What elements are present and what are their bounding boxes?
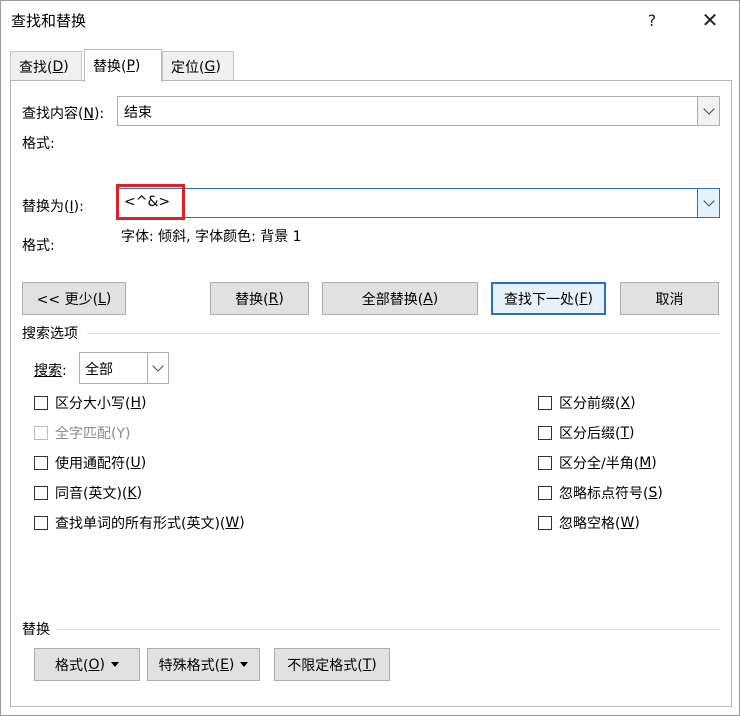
- format-menu-button[interactable]: 格式(O): [34, 648, 140, 681]
- replace-format-value: 字体: 倾斜, 字体颜色: 背景 1: [121, 229, 302, 245]
- checkbox-box[interactable]: [538, 516, 552, 530]
- close-button[interactable]: ✕: [687, 1, 733, 39]
- ignore-punctuation-checkbox[interactable]: 忽略标点符号(S): [538, 483, 663, 503]
- find-replace-dialog: 查找和替换 ? ✕ 查找(D) 替换(P) 定位(G) 查找内容(N): 结束 …: [0, 0, 740, 716]
- checkbox-box[interactable]: [34, 396, 48, 410]
- find-what-input[interactable]: 结束: [117, 96, 720, 126]
- checkbox-box: [34, 426, 48, 440]
- replace-with-input[interactable]: <^&>: [117, 188, 720, 218]
- search-options-heading: 搜索选项: [22, 326, 78, 342]
- checkbox-box[interactable]: [538, 426, 552, 440]
- find-format-label: 格式:: [22, 136, 55, 152]
- search-direction-value: 全部: [85, 362, 113, 378]
- search-direction-dropdown[interactable]: [147, 353, 168, 383]
- match-width-checkbox[interactable]: 区分全/半角(M): [538, 453, 657, 473]
- replace-button[interactable]: 替换(R): [210, 282, 309, 315]
- checkbox-box[interactable]: [34, 456, 48, 470]
- tab-find[interactable]: 查找(D): [10, 51, 82, 81]
- replace-with-label: 替换为(I):: [22, 199, 84, 215]
- checkbox-box[interactable]: [538, 486, 552, 500]
- replace-history-dropdown[interactable]: [697, 189, 719, 217]
- find-what-value: 结束: [124, 105, 152, 121]
- find-next-button[interactable]: 查找下一处(F): [491, 282, 606, 315]
- replace-format-label: 格式:: [22, 238, 55, 254]
- tab-goto[interactable]: 定位(G): [162, 51, 234, 81]
- special-menu-button[interactable]: 特殊格式(E): [147, 648, 260, 681]
- replace-section-heading: 替换: [22, 622, 50, 638]
- chevron-down-icon: [702, 103, 715, 115]
- checkbox-box[interactable]: [538, 396, 552, 410]
- find-history-dropdown[interactable]: [697, 97, 719, 125]
- chevron-down-icon: [152, 360, 164, 372]
- whole-word-checkbox: 全字匹配(Y): [34, 423, 130, 443]
- help-button[interactable]: ?: [629, 1, 675, 39]
- ignore-whitespace-checkbox[interactable]: 忽略空格(W): [538, 513, 640, 533]
- replace-all-button[interactable]: 全部替换(A): [322, 282, 478, 315]
- tab-replace[interactable]: 替换(P): [84, 49, 162, 82]
- checkbox-box[interactable]: [34, 516, 48, 530]
- cancel-button[interactable]: 取消: [620, 282, 719, 315]
- match-case-checkbox[interactable]: 区分大小写(H): [34, 393, 146, 413]
- search-options-divider: [87, 333, 720, 334]
- less-button[interactable]: << 更少(L): [22, 282, 126, 315]
- match-prefix-checkbox[interactable]: 区分前缀(X): [538, 393, 636, 413]
- title-bar: 查找和替换 ? ✕: [1, 1, 739, 39]
- all-word-forms-checkbox[interactable]: 查找单词的所有形式(英文)(W): [34, 513, 245, 533]
- dialog-title: 查找和替换: [11, 12, 87, 30]
- chevron-down-icon: [702, 195, 715, 207]
- sounds-like-checkbox[interactable]: 同音(英文)(K): [34, 483, 142, 503]
- checkbox-box[interactable]: [538, 456, 552, 470]
- match-suffix-checkbox[interactable]: 区分后缀(T): [538, 423, 635, 443]
- search-direction-select[interactable]: 全部: [79, 352, 169, 384]
- replace-section-divider: [57, 629, 720, 630]
- dropdown-arrow-icon: [240, 662, 249, 667]
- dropdown-arrow-icon: [110, 662, 119, 667]
- wildcards-checkbox[interactable]: 使用通配符(U): [34, 453, 146, 473]
- no-formatting-button[interactable]: 不限定格式(T): [274, 648, 390, 681]
- search-direction-label: 搜索:: [34, 363, 67, 379]
- red-highlight-box: [116, 184, 185, 220]
- checkbox-box[interactable]: [34, 486, 48, 500]
- find-what-label: 查找内容(N):: [22, 106, 105, 122]
